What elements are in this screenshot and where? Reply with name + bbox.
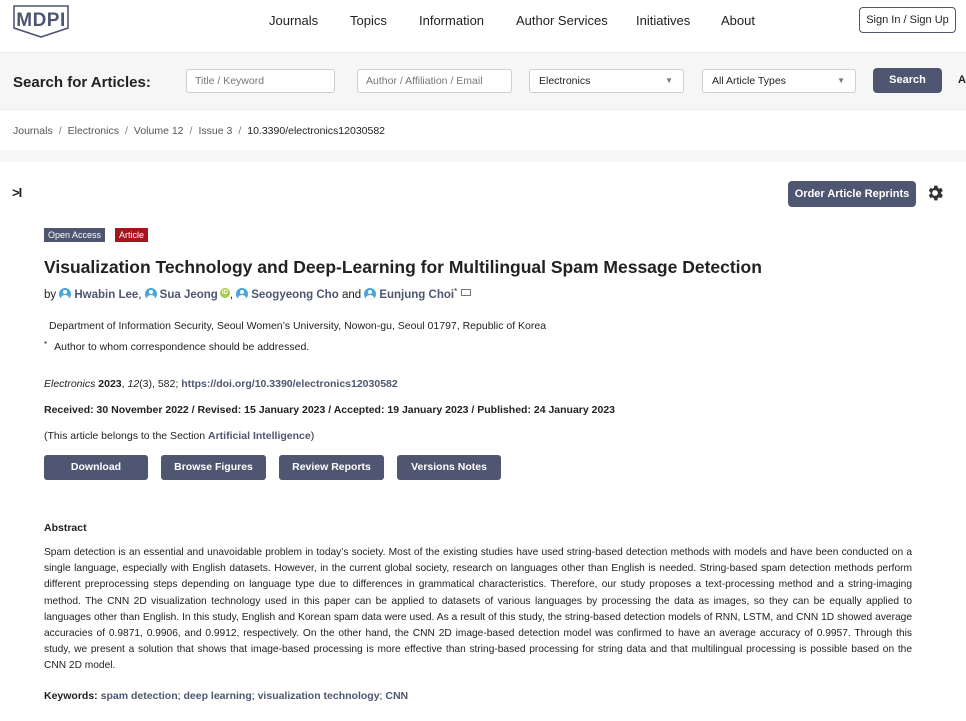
article-title: Visualization Technology and Deep-Learni…	[44, 257, 762, 277]
search-bar: Search for Articles: Electronics ▼ All A…	[0, 52, 966, 110]
breadcrumb-volume[interactable]: Volume 12	[134, 125, 184, 137]
publication-dates: Received: 30 November 2022 / Revised: 15…	[44, 404, 615, 416]
citation-issue-pages: (3), 582;	[139, 378, 179, 390]
nav-journals[interactable]: Journals	[269, 13, 318, 28]
title-keyword-input[interactable]	[186, 69, 335, 93]
section-prefix: (This article belongs to the Section	[44, 430, 209, 442]
corresponding-mark: *	[454, 287, 458, 296]
top-navigation: MDPI Journals Topics Information Author …	[0, 0, 966, 46]
chevron-down-icon: ▼	[837, 76, 845, 85]
breadcrumb-doi: 10.3390/electronics12030582	[247, 125, 386, 137]
keyword-link[interactable]: CNN	[385, 690, 408, 702]
sidebar-toggle-icon[interactable]: >I	[12, 185, 22, 200]
abstract-text: Spam detection is an essential and unavo…	[44, 547, 912, 672]
breadcrumb: Journals / Electronics / Volume 12/Issue 3/1…	[13, 125, 386, 137]
breadcrumb-issue[interactable]: Issue 3	[198, 125, 232, 137]
nav-about[interactable]: About	[721, 13, 755, 28]
mdpi-logo[interactable]: MDPI	[12, 4, 70, 38]
section-link[interactable]: Artificial Intelligence	[208, 430, 311, 442]
search-button[interactable]: Search	[873, 68, 942, 93]
author-avatar-icon	[236, 288, 249, 300]
nav-information[interactable]: Information	[419, 13, 484, 28]
author-sua-jeong[interactable]: Sua Jeong	[160, 289, 218, 301]
versions-notes-button[interactable]: Versions Notes	[397, 455, 501, 480]
and-label: and	[341, 289, 362, 301]
breadcrumb-journals[interactable]: Journals	[13, 125, 53, 137]
keywords-label: Keywords:	[44, 690, 98, 702]
sign-in-button[interactable]: Sign In / Sign Up	[859, 7, 956, 33]
journal-select[interactable]: Electronics ▼	[529, 69, 684, 93]
nav-topics[interactable]: Topics	[350, 13, 387, 28]
section-suffix: )	[310, 430, 315, 442]
correspondence-text: Author to whom correspondence should be …	[54, 341, 310, 353]
order-reprints-button[interactable]: Order Article Reprints	[788, 181, 916, 207]
article-type-badge: Article	[115, 228, 149, 242]
advanced-search-link[interactable]: A	[958, 74, 966, 86]
abstract-heading: Abstract	[44, 522, 87, 534]
nav-author-services[interactable]: Author Services	[516, 13, 608, 28]
author-affiliation-input[interactable]	[357, 69, 512, 93]
affiliation: Department of Information Security, Seou…	[49, 320, 547, 332]
doi-link[interactable]: https://doi.org/10.3390/electronics12030…	[181, 378, 398, 390]
citation-journal: Electronics	[44, 378, 96, 390]
author-avatar-icon	[59, 288, 72, 300]
author-list: by Hwabin Lee, Sua Jeong iD, Seogyeong Ch…	[44, 287, 472, 301]
section-note: (This article belongs to the Section Art…	[44, 430, 314, 442]
journal-select-value: Electronics	[539, 75, 591, 87]
by-label: by	[44, 289, 57, 301]
keyword-link[interactable]: visualization technology	[258, 690, 380, 702]
article-type-value: All Article Types	[712, 75, 786, 87]
divider	[0, 150, 966, 162]
author-avatar-icon	[364, 288, 377, 300]
correspondence-star: *	[44, 340, 48, 349]
breadcrumb-electronics[interactable]: Electronics	[68, 125, 119, 137]
open-access-badge: Open Access	[44, 228, 106, 242]
keyword-link[interactable]: spam detection	[101, 690, 178, 702]
mail-icon[interactable]	[461, 289, 472, 296]
author-eunjung-choi[interactable]: Eunjung Choi	[379, 289, 454, 301]
browse-figures-button[interactable]: Browse Figures	[161, 455, 266, 480]
logo-text: MDPI	[16, 10, 66, 31]
search-label: Search for Articles:	[13, 74, 151, 91]
correspondence-note: * Author to whom correspondence should be…	[44, 340, 309, 353]
orcid-icon[interactable]: iD	[219, 288, 230, 298]
citation: Electronics 2023, 12(3), 582; https://do…	[44, 378, 398, 390]
author-avatar-icon	[144, 288, 157, 300]
keyword-link[interactable]: deep learning	[183, 690, 251, 702]
chevron-down-icon: ▼	[665, 76, 673, 85]
author-hwabin-lee[interactable]: Hwabin Lee	[74, 289, 138, 301]
citation-year: 2023	[98, 378, 122, 390]
author-seogyeong-cho[interactable]: Seogyeong Cho	[251, 289, 339, 301]
keywords: Keywords: spam detection; deep learning;…	[44, 690, 409, 702]
nav-initiatives[interactable]: Initiatives	[636, 13, 690, 28]
gear-icon[interactable]	[925, 183, 945, 203]
review-reports-button[interactable]: Review Reports	[279, 455, 384, 480]
download-button[interactable]: Download	[44, 455, 148, 480]
citation-volume: 12	[127, 378, 140, 390]
article-type-select[interactable]: All Article Types ▼	[702, 69, 856, 93]
